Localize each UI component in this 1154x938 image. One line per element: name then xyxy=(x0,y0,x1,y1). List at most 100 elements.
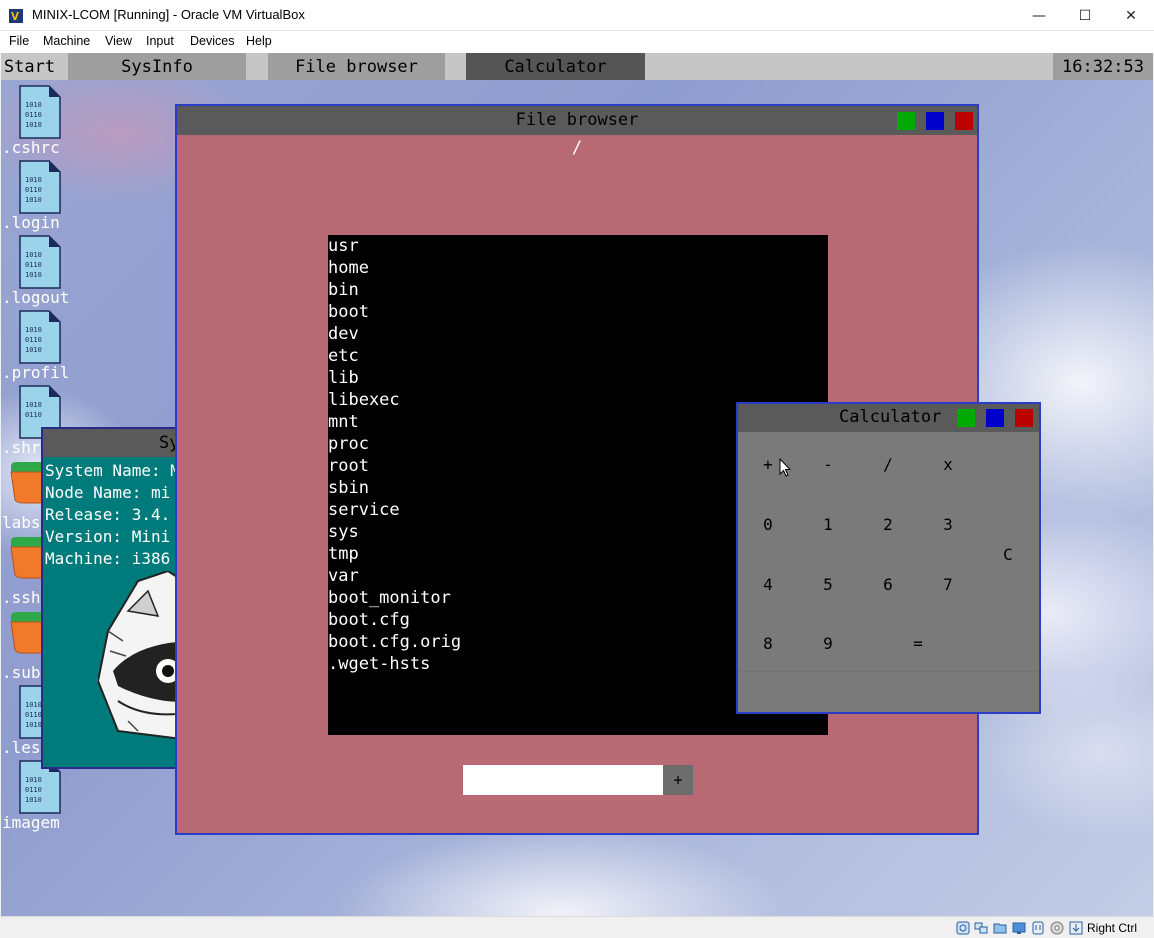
usb-icon[interactable] xyxy=(1031,921,1045,935)
list-item[interactable]: bin xyxy=(328,279,828,301)
menu-view[interactable]: View xyxy=(105,34,132,48)
calc-key-divide[interactable]: / xyxy=(868,449,908,479)
svg-text:0110: 0110 xyxy=(25,111,42,119)
svg-text:0110: 0110 xyxy=(25,786,42,794)
desktop-icon-label: .logout xyxy=(2,288,70,307)
file-icon: 1010 0110 1010 xyxy=(19,85,61,139)
network-icon[interactable] xyxy=(974,921,988,935)
new-entry-input[interactable] xyxy=(463,765,663,795)
calc-key-8[interactable]: 8 xyxy=(748,628,788,658)
svg-text:1010: 1010 xyxy=(25,776,42,784)
calc-key-4[interactable]: 4 xyxy=(748,569,788,599)
desktop-icon-label: .profil xyxy=(2,363,70,382)
display-icon[interactable] xyxy=(1012,921,1026,935)
desktop-icon-cshrc[interactable]: 1010 0110 1010 .cshrc xyxy=(1,85,81,160)
window-blue-button[interactable] xyxy=(986,409,1004,427)
window-red-button[interactable] xyxy=(1015,409,1033,427)
calc-key-5[interactable]: 5 xyxy=(808,569,848,599)
host-window-title: MINIX-LCOM [Running] - Oracle VM Virtual… xyxy=(32,7,305,22)
calc-key-6[interactable]: 6 xyxy=(868,569,908,599)
host-key-label: Right Ctrl xyxy=(1087,921,1138,935)
list-item[interactable]: home xyxy=(328,257,828,279)
calculator-window[interactable]: Calculator + - / x 0 1 2 3 C 4 5 6 7 8 9… xyxy=(736,402,1041,714)
virtualbox-icon xyxy=(9,9,23,23)
window-green-button[interactable] xyxy=(957,409,975,427)
window-blue-button[interactable] xyxy=(926,112,944,130)
calc-key-multiply[interactable]: x xyxy=(928,449,968,479)
start-button[interactable]: Start xyxy=(1,53,58,80)
svg-text:1010: 1010 xyxy=(25,326,42,334)
sysinfo-line: Version: Mini xyxy=(45,527,171,546)
svg-text:0110: 0110 xyxy=(25,186,42,194)
taskbar-sysinfo[interactable]: SysInfo xyxy=(68,53,246,80)
maximize-button[interactable]: ☐ xyxy=(1062,0,1108,31)
vm-screen[interactable]: Start SysInfo File browser Calculator 16… xyxy=(1,53,1153,916)
svg-text:1010: 1010 xyxy=(25,271,42,279)
calc-key-minus[interactable]: - xyxy=(808,449,848,479)
calc-key-3[interactable]: 3 xyxy=(928,509,968,539)
optical-drive-icon[interactable] xyxy=(1050,921,1064,935)
host-statusbar: Right Ctrl xyxy=(0,916,1154,938)
svg-text:0110: 0110 xyxy=(25,711,42,719)
file-browser-titlebar[interactable]: File browser xyxy=(177,106,977,135)
taskbar-calculator[interactable]: Calculator xyxy=(466,53,645,80)
calc-key-9[interactable]: 9 xyxy=(808,628,848,658)
close-button[interactable]: ✕ xyxy=(1108,0,1154,31)
svg-text:1010: 1010 xyxy=(25,796,42,804)
calc-key-equals[interactable]: = xyxy=(898,628,938,658)
calc-key-2[interactable]: 2 xyxy=(868,509,908,539)
calc-key-clear[interactable]: C xyxy=(988,539,1028,569)
menu-input[interactable]: Input xyxy=(146,34,174,48)
list-item[interactable]: usr xyxy=(328,235,828,257)
file-icon: 1010 0110 1010 xyxy=(19,160,61,214)
list-item[interactable]: etc xyxy=(328,345,828,367)
minimize-button[interactable]: — xyxy=(1016,0,1062,31)
desktop-icon-label: .cshrc xyxy=(2,138,60,157)
clock: 16:32:53 xyxy=(1053,53,1153,80)
sysinfo-titlebar[interactable]: Sy xyxy=(43,429,189,457)
desktop-icon-imagem[interactable]: 1010 0110 1010 imagem xyxy=(1,760,81,835)
list-item[interactable]: dev xyxy=(328,323,828,345)
storage-icon[interactable] xyxy=(956,921,970,935)
svg-text:0110: 0110 xyxy=(25,261,42,269)
current-path: / xyxy=(571,138,583,158)
calc-key-0[interactable]: 0 xyxy=(748,509,788,539)
taskbar-file-browser[interactable]: File browser xyxy=(268,53,445,80)
calculator-title: Calculator xyxy=(839,407,942,427)
desktop-icon-label: .login xyxy=(2,213,60,232)
list-item[interactable]: boot xyxy=(328,301,828,323)
desktop-icon-label: .les xyxy=(2,738,41,757)
calculator-titlebar[interactable]: Calculator xyxy=(738,404,1039,432)
sysinfo-window[interactable]: Sy System Name: M Node Name: mi Release:… xyxy=(41,427,191,769)
desktop-icon-label: .sub xyxy=(2,663,41,682)
add-button[interactable]: + xyxy=(663,765,693,795)
shared-folder-icon[interactable] xyxy=(993,921,1007,935)
mouse-integration-icon[interactable] xyxy=(1069,921,1083,935)
calc-key-1[interactable]: 1 xyxy=(808,509,848,539)
host-titlebar: MINIX-LCOM [Running] - Oracle VM Virtual… xyxy=(0,0,1154,31)
window-green-button[interactable] xyxy=(897,112,915,130)
svg-text:1010: 1010 xyxy=(25,346,42,354)
list-item[interactable]: lib xyxy=(328,367,828,389)
svg-text:1010: 1010 xyxy=(25,401,42,409)
menu-file[interactable]: File xyxy=(9,34,29,48)
minix-taskbar: Start SysInfo File browser Calculator 16… xyxy=(1,53,1153,80)
sysinfo-line: Machine: i386 xyxy=(45,549,171,568)
desktop-icon-label: .shr xyxy=(2,438,41,457)
desktop-icon-label: labs xyxy=(2,513,41,532)
svg-text:1010: 1010 xyxy=(25,251,42,259)
desktop-icon-logout[interactable]: 1010 0110 1010 .logout xyxy=(1,235,81,310)
desktop-icon-label: .ssh xyxy=(2,588,41,607)
menu-devices[interactable]: Devices xyxy=(190,34,234,48)
calc-key-7[interactable]: 7 xyxy=(928,569,968,599)
window-red-button[interactable] xyxy=(955,112,973,130)
sysinfo-line: System Name: M xyxy=(45,461,180,480)
desktop-icon-login[interactable]: 1010 0110 1010 .login xyxy=(1,160,81,235)
menu-machine[interactable]: Machine xyxy=(43,34,90,48)
svg-text:1010: 1010 xyxy=(25,101,42,109)
desktop-icon-profile[interactable]: 1010 0110 1010 .profil xyxy=(1,310,81,385)
menu-help[interactable]: Help xyxy=(246,34,272,48)
file-icon: 1010 0110 1010 xyxy=(19,235,61,289)
svg-text:0110: 0110 xyxy=(25,336,42,344)
svg-text:1010: 1010 xyxy=(25,121,42,129)
